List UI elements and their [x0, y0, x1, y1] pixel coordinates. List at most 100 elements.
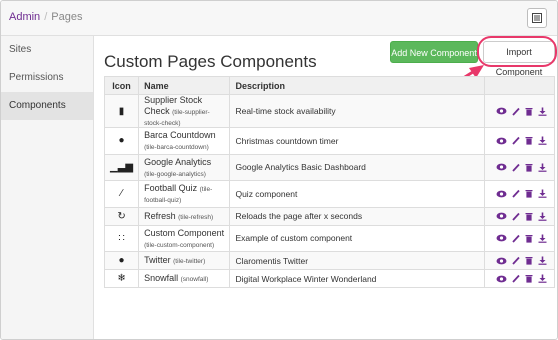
breadcrumb-admin-link[interactable]: Admin	[9, 11, 40, 23]
table-row: ▁▃▆ Google Analytics (tile-google-analyti…	[103, 153, 555, 181]
sidebar-item-components[interactable]: Components	[1, 92, 93, 120]
component-description: Reloads the page after x seconds	[235, 211, 363, 221]
delete-trash-icon[interactable]	[525, 274, 533, 283]
column-header-name: Name	[138, 76, 231, 95]
actions-cell	[484, 206, 555, 226]
download-icon[interactable]	[538, 256, 547, 265]
name-cell: Google Analytics (tile-google-analytics)	[138, 153, 231, 181]
view-eye-icon[interactable]	[496, 212, 507, 220]
breadcrumb-separator: /	[44, 11, 48, 23]
component-description: Example of custom component	[235, 233, 353, 244]
table-row: ▮ Supplier Stock Check (tile-supplier-sto…	[103, 94, 555, 128]
view-eye-icon[interactable]	[496, 275, 507, 283]
icon-cell: ∕	[103, 180, 140, 208]
component-name: Google Analytics	[144, 156, 212, 167]
table-row: ❄ Snowfall (snowfall) Digital Workplace Wi…	[103, 269, 555, 288]
edit-pencil-icon[interactable]	[512, 274, 520, 283]
snowflake-icon: ❄	[117, 273, 126, 284]
column-header-actions	[484, 76, 555, 95]
component-slug: (tile-google-analytics)	[144, 170, 206, 178]
icon-cell: ↻	[103, 206, 140, 226]
table-row: ↻ Refresh (tile-refresh) Reloads the page …	[103, 206, 555, 226]
view-eye-icon[interactable]	[496, 107, 507, 115]
breadcrumb-current: Pages	[51, 11, 83, 23]
download-icon[interactable]	[538, 163, 547, 172]
sidebar-item-sites[interactable]: Sites	[1, 36, 93, 64]
edit-pencil-icon[interactable]	[512, 212, 520, 221]
name-cell: Football Quiz (tile-football-quiz)	[138, 180, 231, 208]
download-icon[interactable]	[538, 136, 547, 146]
edit-pencil-icon[interactable]	[512, 256, 520, 265]
download-icon[interactable]	[538, 212, 547, 221]
exclamation-circle-icon: ●	[118, 135, 125, 147]
edit-pencil-icon[interactable]	[512, 136, 520, 145]
icon-cell: ∷	[103, 224, 140, 252]
component-slug: (tile-refresh)	[178, 213, 214, 221]
breadcrumb: Admin / Pages	[9, 11, 82, 23]
delete-trash-icon[interactable]	[525, 189, 533, 198]
sidebar-item-permissions[interactable]: Permissions	[1, 64, 93, 92]
component-name: Twitter	[144, 255, 171, 265]
actions-cell	[484, 251, 555, 270]
table-row: ● Barca Countdown (tile-barca-countdown) C…	[103, 127, 555, 155]
import-component-button[interactable]: Import Component	[483, 41, 555, 77]
description-cell: Google Analytics Basic Dashboard	[229, 153, 486, 181]
delete-trash-icon[interactable]	[525, 136, 533, 145]
component-description: Christmas countdown timer	[235, 135, 339, 146]
column-header-description: Description	[229, 76, 486, 95]
delete-trash-icon[interactable]	[525, 212, 533, 221]
download-icon[interactable]	[538, 107, 547, 116]
name-cell: Barca Countdown (tile-barca-countdown)	[138, 127, 231, 155]
menu-toggle-button[interactable]	[527, 8, 547, 28]
download-icon[interactable]	[538, 234, 547, 243]
download-icon[interactable]	[538, 189, 547, 199]
view-eye-icon[interactable]	[496, 234, 507, 242]
table-row: ∷ Custom Component (tile-custom-component…	[103, 224, 555, 252]
delete-trash-icon[interactable]	[525, 163, 533, 172]
view-eye-icon[interactable]	[496, 163, 507, 171]
list-icon	[532, 13, 542, 23]
delete-trash-icon[interactable]	[525, 256, 533, 265]
actions-cell	[484, 180, 555, 208]
description-cell: Quiz component	[229, 180, 486, 208]
column-header-icon: Icon	[103, 76, 140, 95]
component-slug: (tile-barca-countdown)	[144, 144, 209, 152]
table-row: ● Twitter (tile-twitter) Claromentis Twitt…	[103, 251, 555, 270]
delete-trash-icon[interactable]	[525, 107, 533, 116]
edit-pencil-icon[interactable]	[512, 107, 520, 116]
components-table: Icon Name Description ▮ Supplier Stock Ch…	[103, 76, 555, 288]
description-cell: Reloads the page after x seconds	[229, 206, 486, 226]
edit-pencil-icon[interactable]	[512, 189, 520, 198]
icon-cell: ▁▃▆	[103, 153, 140, 181]
component-slug: (snowfall)	[180, 276, 209, 283]
component-description: Google Analytics Basic Dashboard	[235, 162, 366, 173]
exclamation-circle-icon: ●	[118, 255, 125, 266]
actions-cell	[484, 224, 555, 252]
view-eye-icon[interactable]	[496, 190, 507, 198]
name-cell: Snowfall (snowfall)	[138, 269, 231, 288]
delete-trash-icon[interactable]	[525, 234, 533, 243]
top-bar: Admin / Pages	[1, 1, 557, 36]
view-eye-icon[interactable]	[496, 257, 507, 265]
add-new-component-button[interactable]: Add New Component	[390, 41, 478, 63]
component-name: Football Quiz	[144, 183, 198, 194]
grid-icon: ∷	[118, 232, 125, 244]
name-cell: Custom Component (tile-custom-component)	[138, 224, 231, 252]
description-cell: Christmas countdown timer	[229, 127, 486, 155]
view-eye-icon[interactable]	[496, 137, 507, 145]
component-description: Claromentis Twitter	[235, 255, 309, 266]
icon-cell: ▮	[103, 94, 140, 128]
actions-cell	[484, 269, 555, 288]
table-header-row: Icon Name Description	[103, 76, 555, 95]
component-description: Digital Workplace Winter Wonderland	[235, 273, 377, 284]
sidebar: Sites Permissions Components	[1, 36, 94, 339]
name-cell: Twitter (tile-twitter)	[138, 251, 231, 270]
description-cell: Claromentis Twitter	[229, 251, 486, 270]
edit-pencil-icon[interactable]	[512, 163, 520, 172]
edit-pencil-icon[interactable]	[512, 234, 520, 243]
download-icon[interactable]	[538, 274, 547, 283]
component-name: Custom Component	[144, 227, 225, 238]
component-slug: (tile-custom-component)	[144, 241, 215, 249]
component-description: Real-time stock availability	[235, 106, 336, 116]
icon-cell: ●	[103, 251, 140, 270]
